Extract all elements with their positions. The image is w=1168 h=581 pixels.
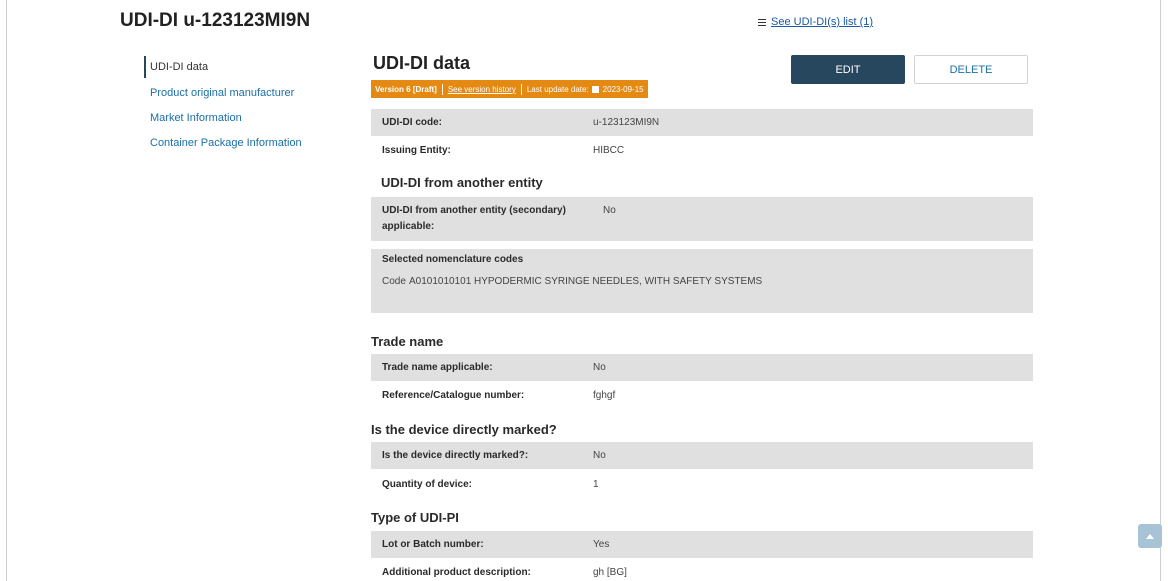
calendar-icon xyxy=(591,85,599,93)
caret-up-icon xyxy=(1146,533,1154,539)
field-label: Lot or Batch number: xyxy=(382,539,484,550)
field-row-secondary-applicable: UDI-DI from another entity (secondary) a… xyxy=(371,197,1033,241)
field-label: Issuing Entity: xyxy=(382,145,451,156)
edit-button[interactable]: EDIT xyxy=(791,55,905,84)
subheading-trade-name: Trade name xyxy=(371,334,444,349)
field-value: 1 xyxy=(593,479,599,490)
sidebar: UDI-DI data Product original manufacture… xyxy=(144,56,344,156)
field-row-lot-batch: Lot or Batch number: Yes xyxy=(371,531,1033,558)
field-value: HIBCC xyxy=(593,145,625,156)
field-row-udi-di-code: UDI-DI code: u-123123MI9N xyxy=(371,109,1033,136)
nomenclature-code: A0101010101 xyxy=(409,276,472,287)
hamburger-icon xyxy=(758,18,766,26)
nomenclature-label: Selected nomenclature codes xyxy=(382,254,524,265)
subheading-udi-di-from-another-entity: UDI-DI from another entity xyxy=(381,175,543,190)
field-value: No xyxy=(593,362,606,373)
field-value: u-123123MI9N xyxy=(593,117,660,128)
field-label: Reference/Catalogue number: xyxy=(382,390,525,401)
nomenclature-code-prefix: Code xyxy=(382,276,406,287)
version-bar: Version 6 [Draft] See version history La… xyxy=(371,80,648,98)
sidebar-item-market-information[interactable]: Market Information xyxy=(144,106,344,131)
field-row-reference-number: Reference/Catalogue number: fghgf xyxy=(371,381,1033,408)
last-update-date: 2023-09-15 xyxy=(602,84,644,94)
field-label: Quantity of device: xyxy=(382,479,473,490)
version-status: [Draft] xyxy=(412,84,437,94)
udi-list-link-text[interactable]: See UDI-DI(s) list (1) xyxy=(771,16,873,28)
field-label: applicable: xyxy=(382,221,435,232)
field-value: Yes xyxy=(593,539,610,550)
divider xyxy=(441,83,443,95)
field-label: Is the device directly marked?: xyxy=(382,450,529,461)
delete-button[interactable]: DELETE xyxy=(914,55,1028,84)
field-row-trade-name-applicable: Trade name applicable: No xyxy=(371,354,1033,381)
field-row-issuing-entity: Issuing Entity: HIBCC xyxy=(371,136,1033,164)
field-value: gh [BG] xyxy=(593,567,627,578)
field-label: Additional product description: xyxy=(382,567,531,578)
field-value: fghgf xyxy=(593,390,616,401)
version-label: Version 6 xyxy=(375,84,411,94)
sidebar-item-product-original-manufacturer[interactable]: Product original manufacturer xyxy=(144,81,344,106)
last-update-label: Last update date: xyxy=(526,84,589,94)
subheading-direct-marking: Is the device directly marked? xyxy=(371,422,557,437)
field-label: UDI-DI code: xyxy=(382,117,442,128)
divider xyxy=(520,83,522,95)
nomenclature-description: HYPODERMIC SYRINGE NEEDLES, WITH SAFETY … xyxy=(474,276,763,287)
page-title: UDI-DI u-123123MI9N xyxy=(120,10,311,31)
field-row-quantity: Quantity of device: 1 xyxy=(371,469,1033,497)
field-label: UDI-DI from another entity (secondary) xyxy=(382,205,566,216)
page-border-right xyxy=(1160,0,1161,581)
field-value: No xyxy=(603,205,616,216)
version-history-link[interactable]: See version history xyxy=(448,85,516,94)
nomenclature-box: Selected nomenclature codes Code A010101… xyxy=(371,249,1033,313)
field-row-directly-marked: Is the device directly marked?: No xyxy=(371,442,1033,469)
section-title: UDI-DI data xyxy=(373,53,471,73)
field-value: No xyxy=(593,450,606,461)
sidebar-item-container-package-information[interactable]: Container Package Information xyxy=(144,131,344,156)
udi-list-link[interactable]: See UDI-DI(s) list (1) xyxy=(758,16,873,28)
page-border-left xyxy=(6,0,7,581)
subheading-type-of-udi-pi: Type of UDI-PI xyxy=(371,510,459,525)
sidebar-item-udi-di-data[interactable]: UDI-DI data xyxy=(144,56,344,78)
field-row-additional-description: Additional product description: gh [BG] xyxy=(371,558,1033,581)
scroll-to-top-button[interactable] xyxy=(1138,524,1162,548)
field-label: Trade name applicable: xyxy=(382,362,493,373)
